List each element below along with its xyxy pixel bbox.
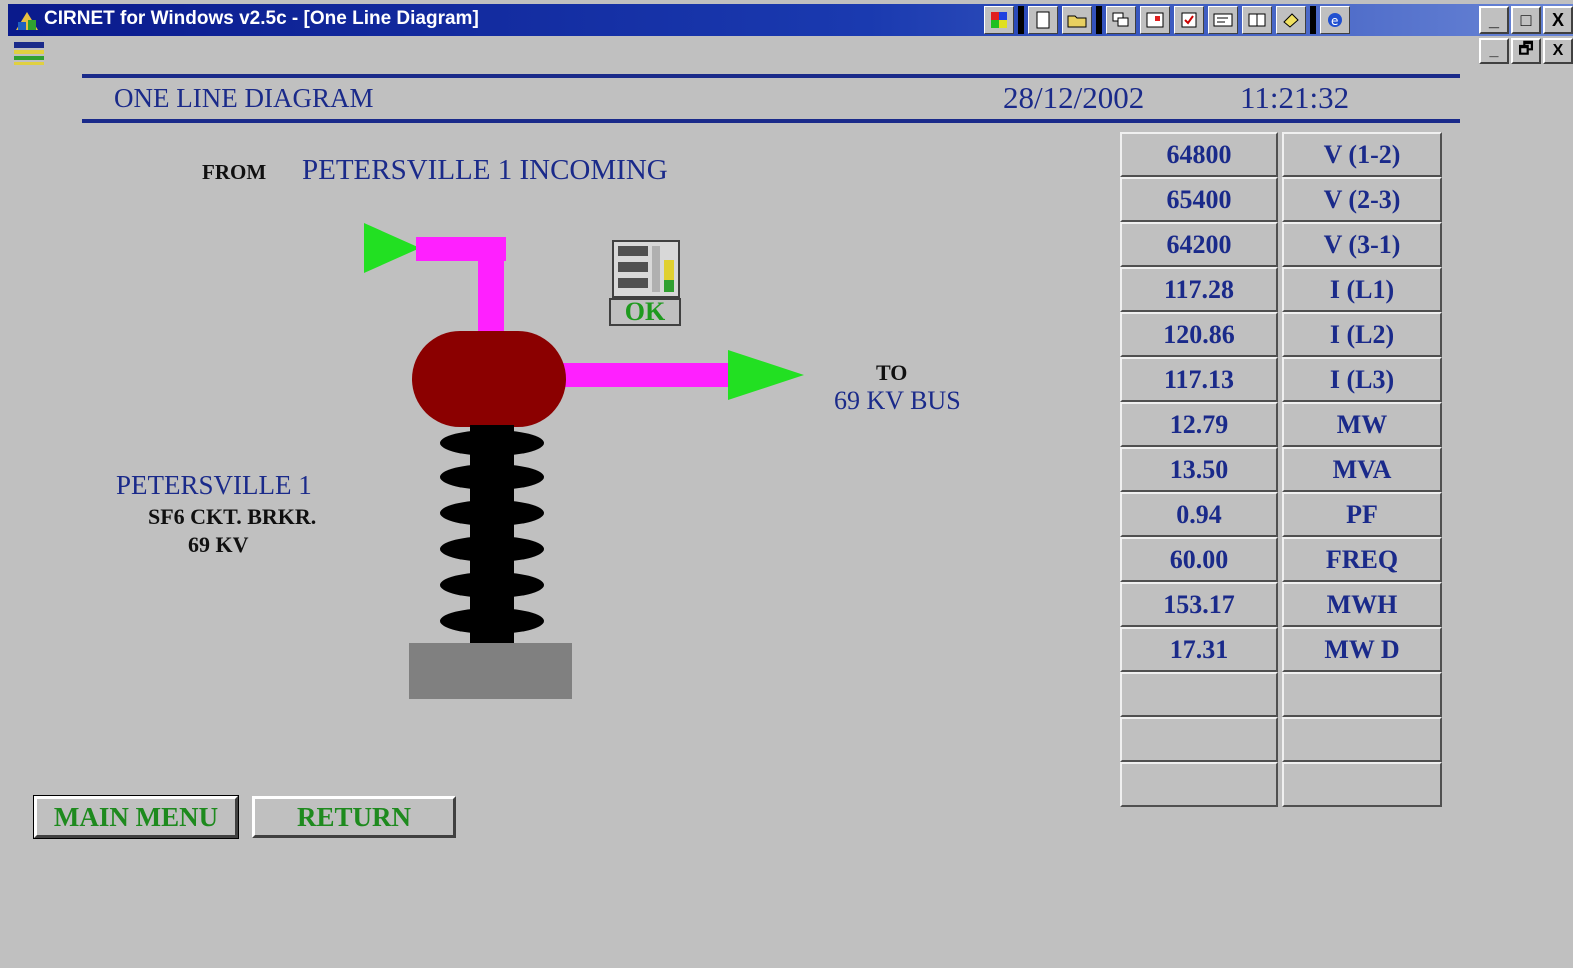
window-controls: _ □ X bbox=[1479, 6, 1573, 34]
from-label: FROM bbox=[202, 160, 267, 184]
color-palette-icon[interactable] bbox=[984, 6, 1014, 34]
close-button[interactable]: X bbox=[1543, 6, 1573, 34]
open-folder-icon[interactable] bbox=[1062, 6, 1092, 34]
document-window-icon[interactable] bbox=[12, 40, 46, 66]
reading-value: 60.00 bbox=[1120, 537, 1278, 582]
minimize-button[interactable]: _ bbox=[1479, 6, 1509, 34]
reading-label: MWH bbox=[1282, 582, 1442, 627]
outgoing-line bbox=[560, 363, 732, 387]
breaker-status-icon[interactable] bbox=[612, 240, 680, 298]
title-bar: CIRNET for Windows v2.5c - [One Line Dia… bbox=[8, 4, 1573, 36]
from-source: PETERSVILLE 1 INCOMING bbox=[302, 154, 668, 186]
one-line-diagram bbox=[364, 223, 804, 699]
circuit-breaker[interactable] bbox=[412, 331, 566, 427]
reading-label: MW D bbox=[1282, 627, 1442, 672]
reading-label: MVA bbox=[1282, 447, 1442, 492]
reading-label: V (2-3) bbox=[1282, 177, 1442, 222]
checklist-icon[interactable] bbox=[1174, 6, 1204, 34]
reading-value bbox=[1120, 672, 1278, 717]
reading-value: 12.79 bbox=[1120, 402, 1278, 447]
card-icon[interactable] bbox=[1208, 6, 1238, 34]
reading-label: I (L2) bbox=[1282, 312, 1442, 357]
reading-label bbox=[1282, 717, 1442, 762]
doc-restore-button[interactable]: 🗗 bbox=[1511, 38, 1541, 64]
insulator-stack bbox=[440, 425, 544, 643]
reading-label bbox=[1282, 762, 1442, 807]
reading-label bbox=[1282, 672, 1442, 717]
reading-label: V (3-1) bbox=[1282, 222, 1442, 267]
toolbar-separator bbox=[1096, 6, 1102, 34]
reading-value: 0.94 bbox=[1120, 492, 1278, 537]
toolbar-separator bbox=[1310, 6, 1316, 34]
reading-label: MW bbox=[1282, 402, 1442, 447]
to-destination: 69 KV BUS bbox=[834, 386, 961, 415]
reading-value bbox=[1120, 762, 1278, 807]
reading-label: PF bbox=[1282, 492, 1442, 537]
windows-icon[interactable] bbox=[1106, 6, 1136, 34]
outgoing-arrow bbox=[728, 350, 804, 400]
time-display: 11:21:32 bbox=[1240, 80, 1350, 115]
reading-label: FREQ bbox=[1282, 537, 1442, 582]
new-document-icon[interactable] bbox=[1028, 6, 1058, 34]
browser-icon[interactable]: e bbox=[1320, 6, 1350, 34]
date-display: 28/12/2002 bbox=[1003, 80, 1145, 115]
reading-value: 117.28 bbox=[1120, 267, 1278, 312]
readings-table: 64800 V (1-2) 65400 V (2-3) 64200 V (3-1… bbox=[1120, 132, 1442, 807]
svg-text:e: e bbox=[1331, 14, 1338, 28]
reading-value: 153.17 bbox=[1120, 582, 1278, 627]
reading-value: 64200 bbox=[1120, 222, 1278, 267]
main-menu-button[interactable]: MAIN MENU bbox=[33, 795, 239, 839]
to-label: TO bbox=[876, 360, 908, 385]
report-icon[interactable] bbox=[1140, 6, 1170, 34]
window-title: CIRNET for Windows v2.5c - [One Line Dia… bbox=[44, 8, 479, 29]
reading-value: 117.13 bbox=[1120, 357, 1278, 402]
reading-label: V (1-2) bbox=[1282, 132, 1442, 177]
doc-close-button[interactable]: X bbox=[1543, 38, 1573, 64]
reading-value bbox=[1120, 717, 1278, 762]
document-window-controls: _ 🗗 X bbox=[1479, 38, 1573, 64]
cirnet-app-icon[interactable] bbox=[14, 8, 40, 32]
reading-label: I (L3) bbox=[1282, 357, 1442, 402]
toolbar: e bbox=[984, 6, 1350, 34]
reading-value: 65400 bbox=[1120, 177, 1278, 222]
note-icon[interactable] bbox=[1276, 6, 1306, 34]
header-top-rule bbox=[82, 74, 1460, 78]
reading-value: 120.86 bbox=[1120, 312, 1278, 357]
reading-value: 13.50 bbox=[1120, 447, 1278, 492]
breaker-type: SF6 CKT. BRKR. bbox=[148, 504, 317, 529]
breaker-voltage: 69 KV bbox=[188, 532, 249, 557]
doc-minimize-button[interactable]: _ bbox=[1479, 38, 1509, 64]
header-bottom-rule bbox=[82, 119, 1460, 123]
reading-value: 64800 bbox=[1120, 132, 1278, 177]
reading-value: 17.31 bbox=[1120, 627, 1278, 672]
incoming-line-vertical bbox=[478, 237, 504, 337]
breaker-name: PETERSVILLE 1 bbox=[116, 470, 312, 500]
page-title: ONE LINE DIAGRAM bbox=[114, 83, 374, 113]
incoming-arrow bbox=[364, 223, 420, 273]
breaker-status-ok: OK bbox=[609, 297, 681, 326]
book-icon[interactable] bbox=[1242, 6, 1272, 34]
return-button[interactable]: RETURN bbox=[252, 796, 456, 838]
breaker-base bbox=[409, 643, 572, 699]
toolbar-separator bbox=[1018, 6, 1024, 34]
maximize-button[interactable]: □ bbox=[1511, 6, 1541, 34]
reading-label: I (L1) bbox=[1282, 267, 1442, 312]
